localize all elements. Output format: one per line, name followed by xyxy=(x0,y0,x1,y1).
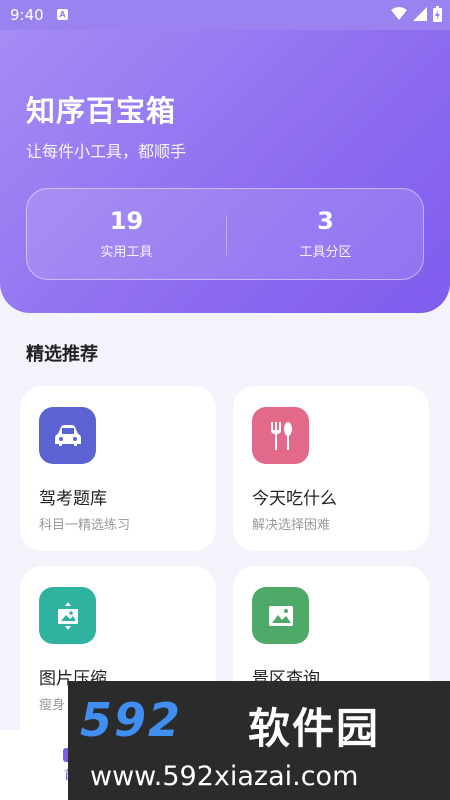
watermark-url: www.592xiazai.com xyxy=(90,761,359,792)
app-title: 知序百宝箱 xyxy=(26,94,177,128)
car-icon xyxy=(39,407,96,464)
tool-subtitle: 科目一精选练习 xyxy=(39,518,131,533)
tool-card-driving-test[interactable]: 驾考题库 科目一精选练习 xyxy=(20,386,216,551)
stat-value: 3 xyxy=(317,207,334,235)
notification-icon: A xyxy=(57,9,68,20)
image-compress-icon xyxy=(39,587,96,644)
hero-header: 知序百宝箱 让每件小工具，都顺手 19 实用工具 3 工具分区 xyxy=(0,30,450,313)
signal-icon xyxy=(413,7,427,21)
status-time: 9:40 xyxy=(10,6,44,24)
status-bar: 9:40 A xyxy=(0,0,450,30)
status-icons xyxy=(391,6,442,22)
watermark-brand-cn: 软件园 xyxy=(248,704,381,753)
tool-subtitle: 瘦身 xyxy=(39,698,66,713)
stat-categories: 3 工具分区 xyxy=(226,207,425,260)
tool-subtitle: 解决选择困难 xyxy=(252,518,331,533)
watermark-brand: 592 xyxy=(80,693,183,747)
stat-tools: 19 实用工具 xyxy=(27,207,226,260)
landscape-icon xyxy=(252,587,309,644)
stat-label: 实用工具 xyxy=(100,245,153,260)
stats-panel: 19 实用工具 3 工具分区 xyxy=(26,188,424,280)
stat-label: 工具分区 xyxy=(299,245,352,260)
battery-icon xyxy=(433,6,442,22)
app-subtitle: 让每件小工具，都顺手 xyxy=(26,142,187,161)
watermark-banner: 592 软件园 www.592xiazai.com xyxy=(68,681,450,800)
section-title: 精选推荐 xyxy=(26,344,98,365)
tool-card-what-to-eat[interactable]: 今天吃什么 解决选择困难 xyxy=(233,386,429,551)
tool-title: 今天吃什么 xyxy=(252,489,337,509)
stat-value: 19 xyxy=(109,207,144,235)
fork-knife-icon xyxy=(252,407,309,464)
wifi-icon xyxy=(391,7,407,20)
tool-title: 驾考题库 xyxy=(39,489,107,509)
